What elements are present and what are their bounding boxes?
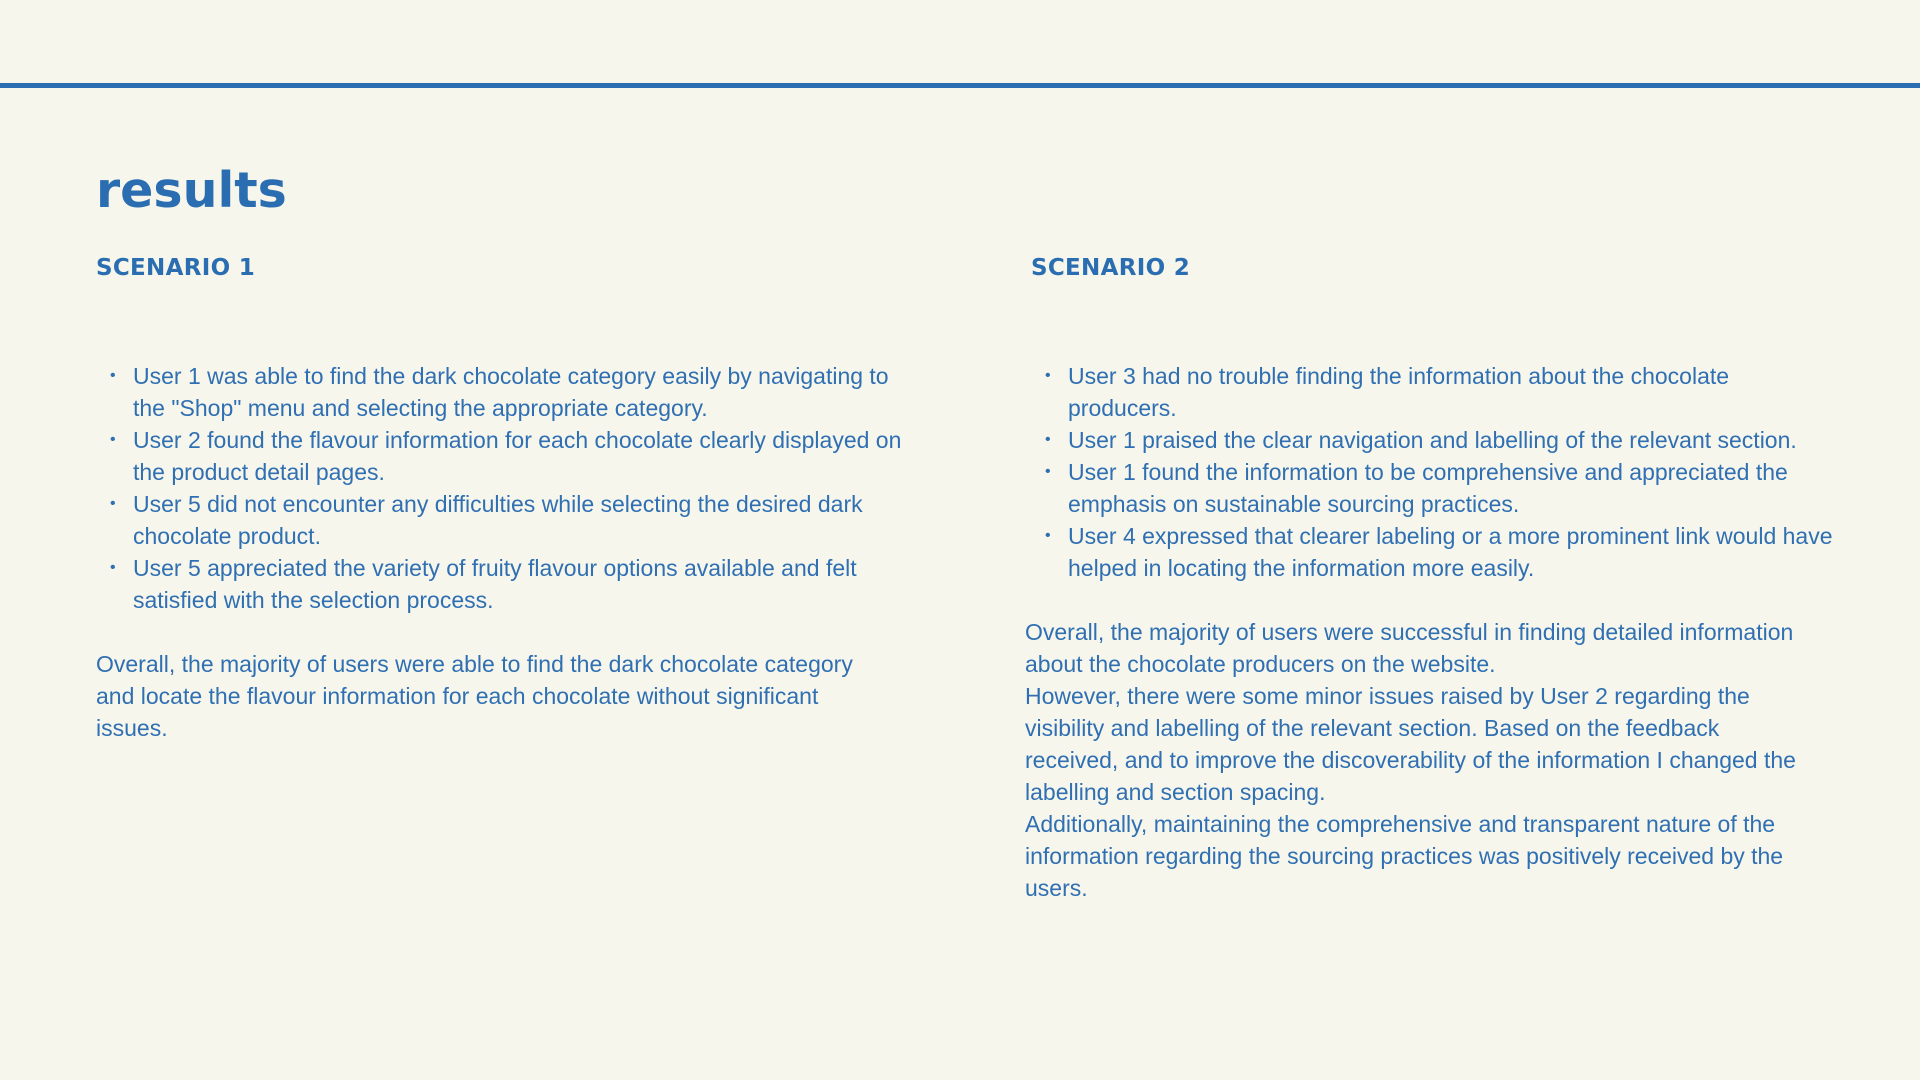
list-item: • User 4 expressed that clearer labeling … [1031,520,1838,584]
scenario-2-findings-list: • User 3 had no trouble finding the infor… [1025,360,1833,584]
list-item-text: User 1 was able to find the dark chocola… [133,363,889,421]
list-item-text: User 3 had no trouble finding the inform… [1068,363,1730,421]
summary-paragraph: Overall, the majority of users were succ… [1025,619,1794,677]
page-title: results [96,162,287,219]
bullet-dot-icon: • [1045,431,1051,448]
list-item: • User 2 found the flavour information fo… [96,424,923,488]
list-item: • User 1 found the information to be comp… [1031,456,1838,520]
list-item: • User 1 praised the clear navigation and… [1031,424,1838,456]
bullet-dot-icon: • [110,559,116,576]
summary-paragraph: Additionally, maintaining the comprehens… [1025,811,1784,901]
bullet-dot-icon: • [110,495,116,512]
list-item: • User 5 appreciated the variety of fruit… [96,552,923,616]
list-item-text: User 1 praised the clear navigation and … [1068,427,1797,453]
scenario-1-section: SCENARIO 1 • User 1 was able to find the … [96,252,901,744]
list-item-text: User 5 did not encounter any difficultie… [133,491,863,549]
list-item-text: User 5 appreciated the variety of fruity… [133,555,857,613]
scenario-2-heading: SCENARIO 2 [1031,255,1191,281]
list-item-text: User 1 found the information to be compr… [1068,459,1788,517]
summary-paragraph: However, there were some minor issues ra… [1025,683,1796,805]
scenario-1-summary: Overall, the majority of users were able… [96,648,886,744]
list-item-text: User 4 expressed that clearer labeling o… [1068,523,1833,581]
summary-paragraph: Overall, the majority of users were able… [96,651,853,741]
top-divider [0,83,1920,88]
bullet-dot-icon: • [110,367,116,384]
bullet-dot-icon: • [1045,527,1051,544]
bullet-dot-icon: • [1045,367,1051,384]
scenario-1-findings-list: • User 1 was able to find the dark chocol… [96,360,901,616]
list-item-text: User 2 found the flavour information for… [133,427,902,485]
list-item: • User 5 did not encounter any difficulti… [96,488,923,552]
bullet-dot-icon: • [1045,463,1051,480]
scenario-2-section: SCENARIO 2 • User 3 had no trouble findin… [1025,252,1833,904]
list-item: • User 1 was able to find the dark chocol… [96,360,923,424]
list-item: • User 3 had no trouble finding the infor… [1031,360,1838,424]
scenario-1-heading: SCENARIO 1 [96,255,256,281]
bullet-dot-icon: • [110,431,116,448]
scenario-2-summary: Overall, the majority of users were succ… [1025,616,1815,904]
